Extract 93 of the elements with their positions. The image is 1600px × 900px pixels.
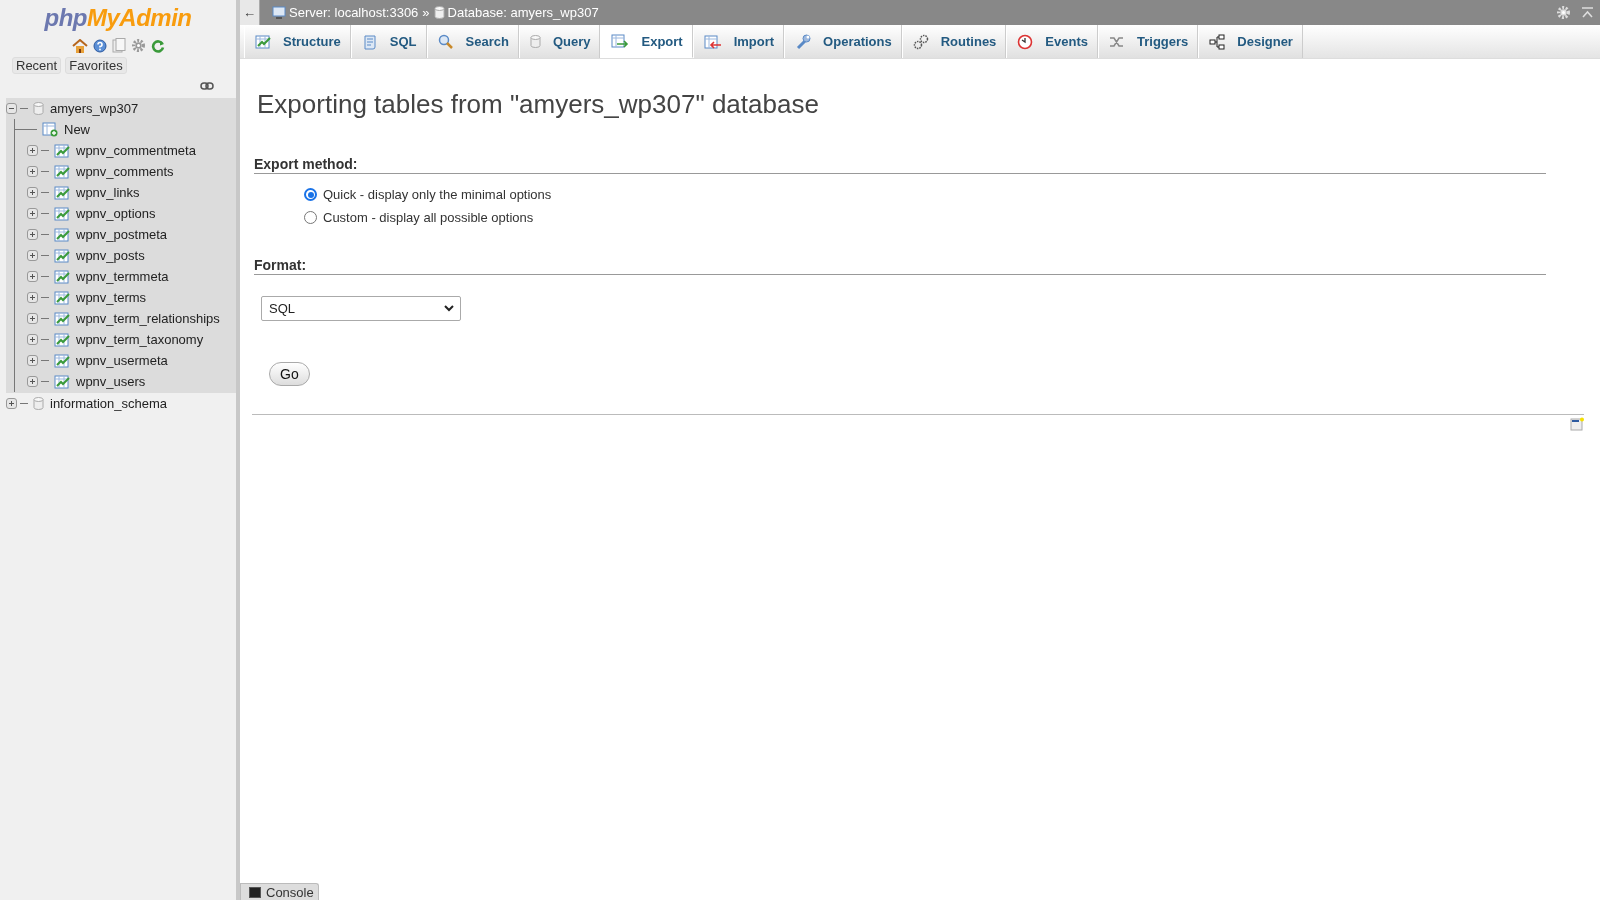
table-name[interactable]: wpnv_commentmeta	[73, 143, 196, 158]
shuffle-icon	[1109, 34, 1125, 49]
expand-toggle[interactable]	[27, 355, 38, 366]
chevron-down-icon	[444, 305, 454, 312]
diagram-icon	[1209, 33, 1226, 50]
server-link[interactable]: Server: localhost:3306	[289, 5, 419, 20]
section-heading: Format:	[254, 257, 1546, 275]
clock-icon	[1017, 33, 1034, 50]
tab[interactable]: Query	[518, 25, 601, 58]
expand-toggle[interactable]	[27, 229, 38, 240]
table-name[interactable]: wpnv_term_relationships	[73, 311, 220, 326]
expand-toggle[interactable]	[6, 398, 17, 409]
table-chart-icon	[54, 269, 70, 284]
gears-icon	[912, 33, 929, 50]
tab-button[interactable]: Favorites	[65, 57, 127, 74]
table-name[interactable]: wpnv_termmeta	[73, 269, 169, 284]
tab[interactable]: Structure	[244, 25, 351, 58]
table-name[interactable]: wpnv_users	[73, 374, 146, 389]
expand-toggle[interactable]	[27, 292, 38, 303]
tab[interactable]: Operations	[784, 25, 902, 58]
tab[interactable]: Triggers	[1098, 25, 1199, 58]
table-arrow-icon	[611, 34, 630, 48]
tab-button[interactable]: Recent	[12, 57, 62, 74]
window-icon[interactable]	[1570, 417, 1584, 431]
logo[interactable]: phpMyAdmin	[44, 4, 192, 32]
database-icon	[33, 397, 44, 410]
scroll-icon	[361, 33, 378, 50]
tab[interactable]: Events	[1006, 25, 1098, 58]
expand-toggle[interactable]	[27, 376, 38, 387]
link-icon[interactable]	[200, 82, 214, 90]
table-name[interactable]: wpnv_terms	[73, 290, 147, 305]
collapse-toggle[interactable]	[6, 103, 17, 114]
table-add-icon	[42, 122, 58, 137]
terminal-icon	[249, 887, 261, 898]
table-name[interactable]: wpnv_comments	[73, 164, 174, 179]
table-chart-icon	[54, 227, 70, 242]
table-name[interactable]: wpnv_links	[73, 185, 140, 200]
expand-toggle[interactable]	[27, 208, 38, 219]
go-button[interactable]: Go	[269, 362, 310, 386]
tab[interactable]: Routines	[901, 25, 1007, 58]
expand-toggle[interactable]	[27, 187, 38, 198]
wrench-icon	[795, 33, 812, 50]
table-arrow-icon	[703, 34, 722, 49]
table-chart-icon	[255, 34, 271, 49]
database-icon	[33, 102, 44, 115]
reload-icon[interactable]	[150, 38, 165, 53]
table-name[interactable]: wpnv_posts	[73, 248, 145, 263]
table-name[interactable]: wpnv_usermeta	[73, 353, 168, 368]
database-link[interactable]: Database: amyers_wp307	[447, 5, 599, 20]
tab[interactable]: SQL	[350, 25, 427, 58]
table-chart-icon	[54, 164, 70, 179]
expand-toggle[interactable]	[27, 145, 38, 156]
database-name[interactable]: amyers_wp307	[47, 101, 139, 116]
back-button[interactable]: ←	[240, 0, 260, 25]
cylinder-icon	[529, 35, 541, 48]
tab[interactable]: Export	[600, 25, 693, 58]
collapse-icon[interactable]	[1581, 6, 1594, 19]
section-heading: Export method:	[254, 156, 1546, 174]
radio-button[interactable]	[304, 188, 317, 201]
expand-toggle[interactable]	[27, 271, 38, 282]
database-icon	[433, 6, 445, 19]
expand-toggle[interactable]	[27, 166, 38, 177]
tab[interactable]: Import	[692, 25, 785, 58]
table-chart-icon	[54, 206, 70, 221]
table-chart-icon	[54, 374, 70, 389]
option-label: Quick - display only the minimal options	[323, 187, 552, 202]
expand-toggle[interactable]	[27, 334, 38, 345]
table-chart-icon	[54, 290, 70, 305]
expand-toggle[interactable]	[27, 250, 38, 261]
radio-button[interactable]	[304, 211, 317, 224]
table-chart-icon	[54, 332, 70, 347]
page-title: Exporting tables from "amyers_wp307" database	[257, 89, 820, 120]
tab[interactable]: Search	[426, 25, 519, 58]
table-name[interactable]: wpnv_term_taxonomy	[73, 332, 204, 347]
table-chart-icon	[54, 311, 70, 326]
table-chart-icon	[54, 185, 70, 200]
home-icon[interactable]	[71, 38, 88, 53]
table-chart-icon	[54, 143, 70, 158]
monitor-icon	[272, 6, 286, 19]
help-icon[interactable]	[92, 38, 107, 53]
option-label: Custom - display all possible options	[323, 210, 534, 225]
new-table-link[interactable]: New	[61, 122, 90, 137]
format-select[interactable]: SQL	[261, 296, 461, 321]
table-name[interactable]: wpnv_options	[73, 206, 156, 221]
expand-toggle[interactable]	[27, 313, 38, 324]
table-chart-icon	[54, 248, 70, 263]
tab[interactable]: Designer	[1198, 25, 1303, 58]
table-chart-icon	[54, 353, 70, 368]
search-icon	[437, 33, 454, 50]
console-tab[interactable]: Console	[240, 883, 319, 900]
table-name[interactable]: wpnv_postmeta	[73, 227, 168, 242]
breadcrumb-separator: »	[422, 5, 430, 20]
database-name[interactable]: information_schema	[47, 396, 168, 411]
